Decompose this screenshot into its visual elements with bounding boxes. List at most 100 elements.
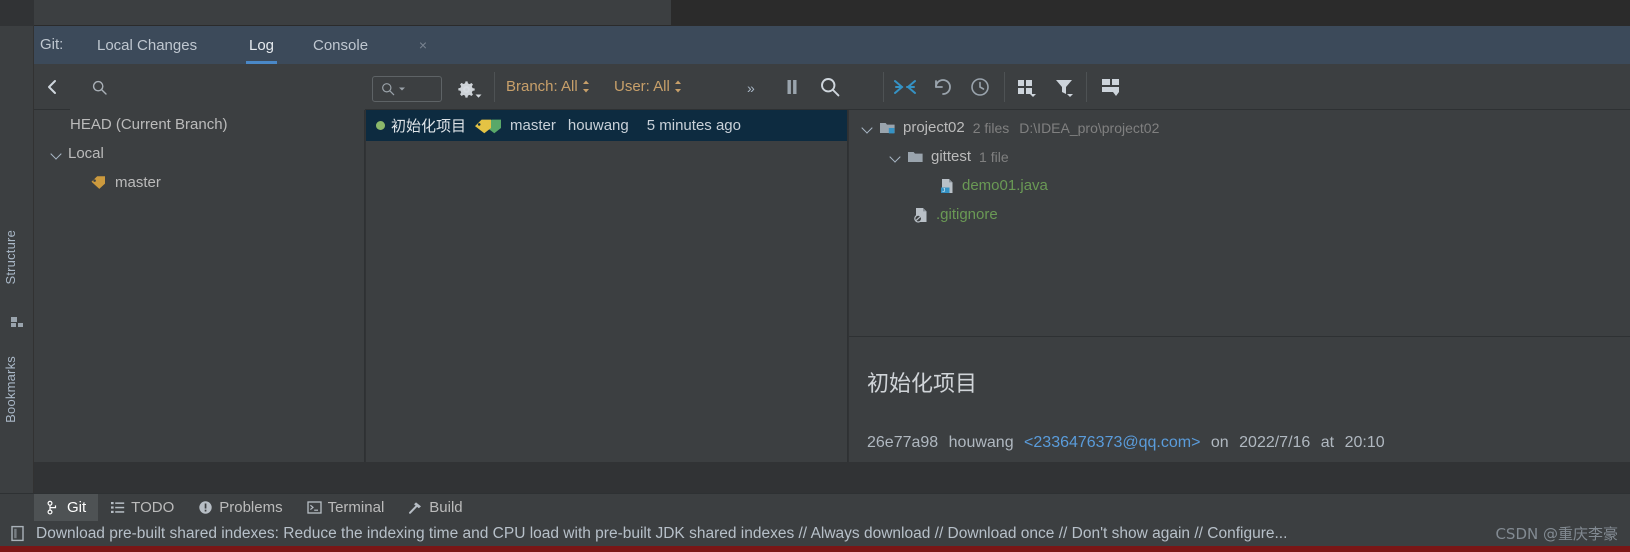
module-folder-icon — [879, 120, 896, 135]
search-icon — [821, 78, 840, 97]
tool-window-problems[interactable]: Problems — [186, 494, 294, 522]
user-filter[interactable]: User: All — [614, 78, 682, 95]
toolbar-divider-3 — [883, 72, 884, 102]
commit-row[interactable]: 初始化项目 master houwang 5 minutes ago — [366, 110, 847, 141]
git-branch-icon — [47, 500, 57, 515]
file-tree-row-gitignore[interactable]: .gitignore — [849, 200, 1630, 229]
chevron-down-icon[interactable] — [889, 150, 903, 164]
todo-list-icon — [111, 502, 125, 513]
editor-area-strip — [0, 0, 1630, 26]
sidebar-item-structure[interactable]: Structure — [3, 230, 31, 285]
tool-window-build[interactable]: Build — [396, 494, 474, 522]
log-settings-button[interactable] — [456, 76, 484, 102]
commit-ref-name: master — [510, 117, 556, 134]
branch-search-input[interactable] — [70, 64, 365, 110]
show-details-grid-icon[interactable] — [1016, 77, 1038, 97]
branch-filter[interactable]: Branch: All — [506, 78, 590, 95]
log-toolbar: Branch: All User: All » — [34, 64, 1630, 110]
tab-console[interactable]: Console — [310, 26, 371, 64]
search-icon — [382, 83, 395, 96]
log-find-button[interactable] — [820, 77, 840, 97]
changed-files-tree[interactable]: project02 2 files D:\IDEA_pro\project02 … — [849, 110, 1630, 337]
chevron-down-icon — [475, 94, 482, 98]
notification-bar[interactable]: Download pre-built shared indexes: Reduc… — [0, 521, 1630, 546]
commit-node-icon — [376, 121, 385, 130]
commit-message-area: 初始化项目 26e77a98 houwang <2336476373@qq.co… — [849, 338, 1630, 462]
folder-icon — [907, 149, 924, 164]
chevron-left-icon — [48, 80, 56, 94]
tree-item-label: Local — [68, 145, 104, 162]
tree-item-head[interactable]: HEAD (Current Branch) — [34, 110, 364, 139]
notification-text[interactable]: Download pre-built shared indexes: Reduc… — [36, 525, 1287, 543]
editor-fill — [34, 0, 671, 26]
editor-right-gutter — [671, 0, 1630, 26]
branch-tree-pane[interactable]: HEAD (Current Branch) Local master — [34, 110, 365, 462]
terminal-icon — [306, 501, 322, 514]
user-filter-label: User: All — [614, 78, 670, 95]
tool-window-label: Problems — [219, 499, 283, 516]
toolbar-divider-2 — [494, 72, 495, 102]
chevron-down-icon[interactable] — [861, 121, 875, 135]
toolbar-overflow-button[interactable]: » — [747, 80, 755, 96]
commit-author-email[interactable]: <2336476373@qq.com> — [1024, 434, 1200, 451]
idea-git-log-window: Structure Bookmarks Git: Local Changes L… — [0, 0, 1630, 552]
file-tree-row-java[interactable]: J demo01.java — [849, 171, 1630, 200]
git-tabbar-prefix: Git: — [40, 36, 64, 53]
tab-local-changes[interactable]: Local Changes — [94, 26, 200, 64]
tree-item-label: HEAD (Current Branch) — [70, 116, 228, 133]
file-count: 1 file — [979, 148, 1009, 165]
layout-split-icon[interactable] — [1100, 77, 1122, 97]
chevron-down-icon — [399, 87, 405, 91]
commit-author-name: houwang — [948, 434, 1014, 451]
tool-window-bar: Git TODO Problems Terminal Build — [0, 493, 1630, 522]
commit-time: 20:10 — [1344, 434, 1385, 451]
tree-item-master[interactable]: master — [34, 168, 364, 197]
tool-window-terminal[interactable]: Terminal — [295, 494, 397, 522]
file-path: D:\IDEA_pro\project02 — [1019, 119, 1160, 136]
commit-subject: 初始化项目 — [391, 118, 467, 135]
revert-icon[interactable] — [932, 77, 954, 97]
tool-window-git[interactable]: Git — [34, 493, 99, 522]
tool-window-label: Git — [67, 499, 87, 516]
pause-icon[interactable] — [784, 79, 800, 95]
sidebar-item-bookmarks[interactable]: Bookmarks — [3, 356, 31, 423]
tab-log[interactable]: Log — [246, 26, 278, 64]
collapse-arrows-icon[interactable] — [894, 77, 916, 97]
file-tree-row-project[interactable]: project02 2 files D:\IDEA_pro\project02 — [849, 113, 1630, 142]
history-clock-icon[interactable] — [969, 77, 991, 97]
file-name: .gitignore — [936, 206, 998, 223]
tool-window-label: Terminal — [327, 499, 385, 516]
commit-message-text: 初始化项目 — [867, 372, 978, 397]
commit-metadata: 26e77a98 houwang <2336476373@qq.com> on … — [867, 434, 1385, 452]
tool-window-label: Build — [429, 499, 463, 516]
log-search-field[interactable] — [372, 76, 442, 102]
close-icon[interactable]: × — [417, 38, 429, 52]
file-name: gittest — [931, 148, 972, 165]
commit-log-pane[interactable]: 初始化项目 master houwang 5 minutes ago — [366, 110, 848, 462]
branch-tag-icon — [90, 175, 107, 190]
commit-hash: 26e77a98 — [867, 434, 939, 451]
branch-label-icon — [474, 118, 504, 134]
branch-filter-label: Branch: All — [506, 78, 578, 95]
filter-icon[interactable] — [1054, 77, 1076, 97]
build-hammer-icon — [409, 502, 422, 514]
tool-window-todo[interactable]: TODO — [98, 494, 186, 522]
meta-at: at — [1320, 434, 1335, 451]
file-count: 2 files — [972, 119, 1010, 136]
bottom-red-strip — [0, 546, 1630, 552]
meta-on: on — [1210, 434, 1229, 451]
search-icon — [92, 80, 107, 95]
tree-item-label: master — [115, 174, 161, 191]
file-name: project02 — [903, 119, 965, 136]
file-tree-row-folder[interactable]: gittest 1 file — [849, 142, 1630, 171]
updown-arrows-icon — [674, 80, 681, 93]
gear-icon — [458, 80, 475, 98]
commit-date: 5 minutes ago — [646, 117, 741, 134]
chevron-down-icon[interactable] — [50, 147, 64, 161]
collapse-branches-button[interactable] — [34, 64, 70, 110]
java-file-icon: J — [939, 178, 955, 194]
tool-window-label: TODO — [131, 499, 175, 516]
tree-item-local[interactable]: Local — [34, 139, 364, 168]
ignored-file-icon — [913, 207, 929, 223]
toolbar-divider-5 — [1086, 72, 1087, 102]
